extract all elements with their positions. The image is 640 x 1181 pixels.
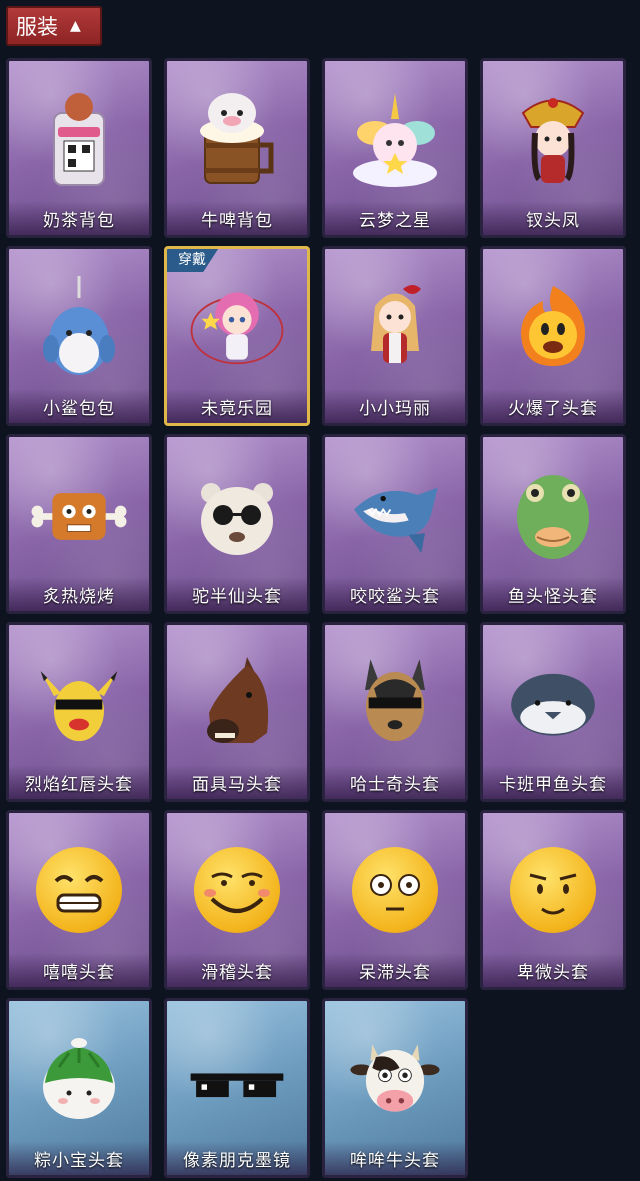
costume-card-dazed-mask[interactable]: 呆滞头套	[322, 810, 468, 990]
costume-card-fish-head-mask[interactable]: 鱼头怪头套	[480, 434, 626, 614]
item-label: 烈焰红唇头套	[25, 774, 133, 795]
magical-girl-icon	[187, 271, 287, 381]
mary-doll-icon	[345, 271, 445, 381]
costume-card-funny-mask[interactable]: 滑稽头套	[164, 810, 310, 990]
beer-barrel-icon	[187, 83, 287, 193]
item-label: 哈士奇头套	[350, 774, 440, 795]
cow-mask-icon	[345, 1023, 445, 1133]
item-label: 小鲨包包	[43, 398, 115, 419]
item-label: 钗头凤	[526, 210, 580, 231]
costume-card-shark-bag[interactable]: 小鲨包包	[6, 246, 152, 426]
costume-card-phoenix-hairpin[interactable]: 钗头凤	[480, 58, 626, 238]
item-label: 呆滞头套	[359, 962, 431, 983]
dazed-emoji-icon	[345, 835, 445, 945]
costume-card-cow-beer-backpack[interactable]: 牛啤背包	[164, 58, 310, 238]
zongzi-icon	[29, 1023, 129, 1133]
item-label: 卑微头套	[517, 962, 589, 983]
costume-card-grin-mask[interactable]: 嘻嘻头套	[6, 810, 152, 990]
fish-head-icon	[503, 459, 603, 569]
costume-card-hot-barbecue[interactable]: 炙热烧烤	[6, 434, 152, 614]
item-label: 粽小宝头套	[34, 1150, 124, 1171]
item-label: 炙热烧烤	[43, 586, 115, 607]
costume-card-biting-shark-mask[interactable]: 咬咬鲨头套	[322, 434, 468, 614]
horse-mask-icon	[187, 647, 287, 757]
bear-mask-icon	[187, 459, 287, 569]
phoenix-crown-doll-icon	[503, 83, 603, 193]
costume-card-zongzi-mask[interactable]: 粽小宝头套	[6, 998, 152, 1178]
item-label: 鱼头怪头套	[508, 586, 598, 607]
shark-mask-icon	[345, 459, 445, 569]
shark-bag-icon	[29, 271, 129, 381]
costume-card-milk-tea-backpack[interactable]: 奶茶背包	[6, 58, 152, 238]
item-label: 咬咬鲨头套	[350, 586, 440, 607]
meat-bone-icon	[29, 459, 129, 569]
fire-face-icon	[503, 271, 603, 381]
pixel-sunglasses-icon	[187, 1023, 287, 1133]
unicorn-icon	[345, 83, 445, 193]
grin-emoji-icon	[29, 835, 129, 945]
item-label: 云梦之星	[359, 210, 431, 231]
costume-card-flaming-red-lips-mask[interactable]: 烈焰红唇头套	[6, 622, 152, 802]
item-label: 像素朋克墨镜	[183, 1150, 291, 1171]
costume-card-fire-head[interactable]: 火爆了头套	[480, 246, 626, 426]
item-label: 牛啤背包	[201, 210, 273, 231]
item-label: 嘻嘻头套	[43, 962, 115, 983]
costume-card-kaban-turtle-mask[interactable]: 卡班甲鱼头套	[480, 622, 626, 802]
item-label: 滑稽头套	[201, 962, 273, 983]
item-label: 小小玛丽	[359, 398, 431, 419]
yellow-mask-sunglasses-icon	[29, 647, 129, 757]
costume-card-humble-mask[interactable]: 卑微头套	[480, 810, 626, 990]
costume-card-unfinished-paradise[interactable]: 穿戴 未竟乐园	[164, 246, 310, 426]
item-label: 卡班甲鱼头套	[499, 774, 607, 795]
dog-sunglasses-icon	[345, 647, 445, 757]
item-label: 火爆了头套	[508, 398, 598, 419]
item-label: 奶茶背包	[43, 210, 115, 231]
costume-card-horse-mask[interactable]: 面具马头套	[164, 622, 310, 802]
item-label: 面具马头套	[192, 774, 282, 795]
smirk-emoji-icon	[187, 835, 287, 945]
round-fish-icon	[503, 647, 603, 757]
humble-emoji-icon	[503, 835, 603, 945]
milk-tea-backpack-icon	[29, 83, 129, 193]
costume-card-pixel-punk-sunglasses[interactable]: 像素朋克墨镜	[164, 998, 310, 1178]
item-label: 未竟乐园	[201, 398, 273, 419]
chevron-up-icon: ▲	[70, 18, 81, 34]
item-label: 驼半仙头套	[192, 586, 282, 607]
section-title: 服装	[16, 15, 58, 39]
costume-card-little-mary[interactable]: 小小玛丽	[322, 246, 468, 426]
costume-card-camel-mask[interactable]: 驼半仙头套	[164, 434, 310, 614]
costume-card-husky-mask[interactable]: 哈士奇头套	[322, 622, 468, 802]
costume-section-toggle[interactable]: 服装 ▲	[6, 6, 102, 46]
equipped-badge: 穿戴	[167, 249, 220, 272]
item-label: 哞哞牛头套	[350, 1150, 440, 1171]
costume-card-moo-cow-mask[interactable]: 哞哞牛头套	[322, 998, 468, 1178]
costume-card-cloud-dream-star[interactable]: 云梦之星	[322, 58, 468, 238]
